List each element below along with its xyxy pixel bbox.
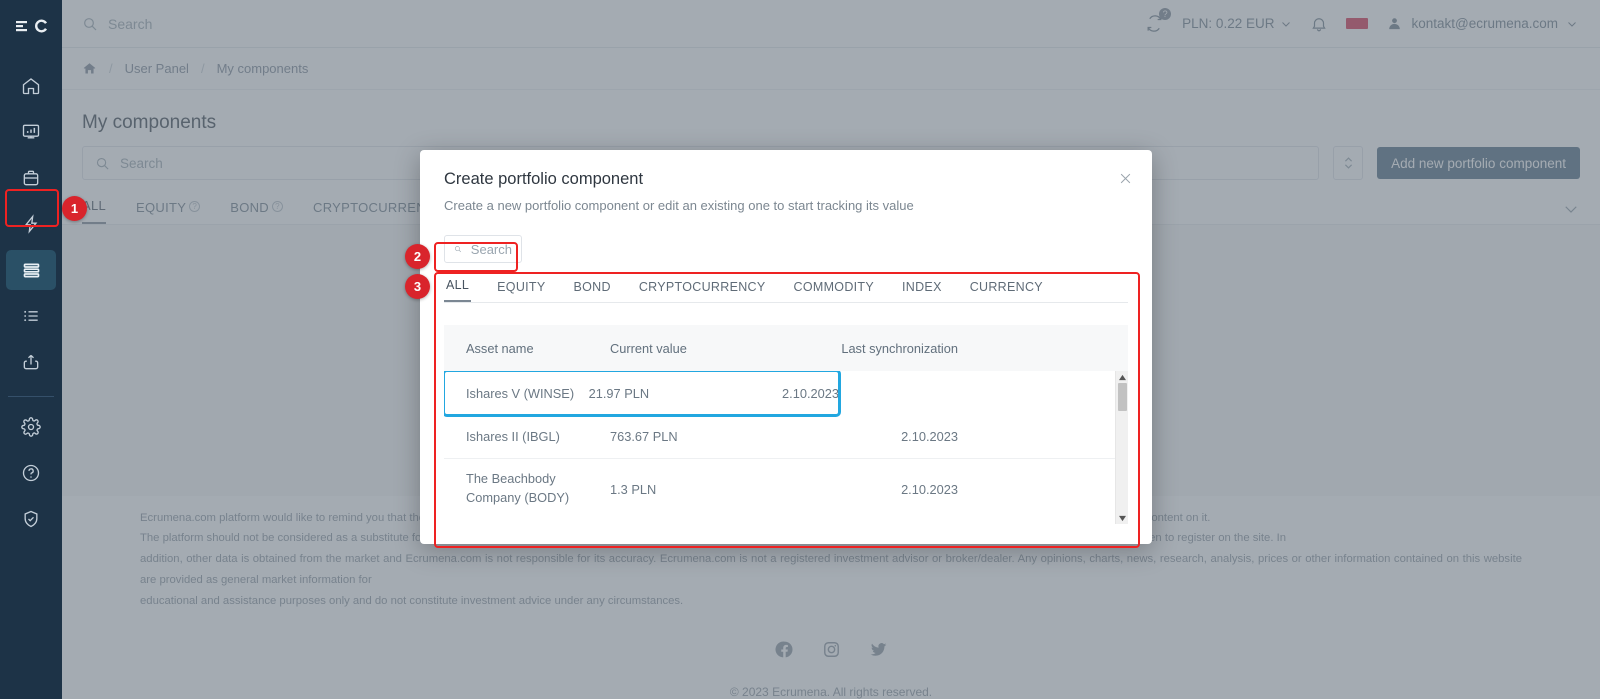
cell-current-value: 763.67 PLN [610, 429, 778, 444]
monitor-chart-icon [21, 122, 41, 142]
list-icon [21, 306, 41, 326]
cell-current-value: 1.3 PLN [610, 482, 778, 497]
cell-last-sync: 2.10.2023 [778, 429, 958, 444]
logo-e-icon [15, 19, 29, 33]
table-row[interactable]: Ishares II (IBGL) 763.67 PLN 2.10.2023 [444, 415, 1128, 459]
modal-tab-all[interactable]: ALL [444, 278, 471, 302]
sidebar-item-list[interactable] [6, 296, 56, 336]
stack-layers-icon [21, 260, 42, 281]
modal-asset-type-tabs: ALL EQUITY BOND CRYPTOCURRENCY COMMODITY… [444, 278, 1128, 303]
logo-c-icon [34, 19, 48, 33]
briefcase-icon [21, 168, 41, 188]
sidebar-item-components[interactable] [6, 250, 56, 290]
annotation-badge-2: 2 [405, 244, 430, 269]
cell-current-value: 21.97 PLN [589, 386, 732, 401]
modal-tab-currency[interactable]: CURRENCY [968, 280, 1045, 302]
scrollbar-thumb[interactable] [1118, 383, 1127, 411]
chevron-up-icon [1118, 374, 1127, 381]
column-header-last-sync: Last synchronization [778, 341, 958, 356]
sidebar-bottom-nav [0, 407, 62, 539]
modal-close-button[interactable] [1114, 167, 1136, 189]
modal-tab-index[interactable]: INDEX [900, 280, 944, 302]
cell-asset-name: The Beachbody Company (BODY) [444, 470, 610, 507]
gear-icon [21, 417, 41, 437]
home-icon [21, 76, 41, 96]
annotation-badge-3: 3 [405, 274, 430, 299]
sidebar-item-security[interactable] [6, 499, 56, 539]
search-icon [454, 242, 462, 256]
sidebar-item-briefcase[interactable] [6, 158, 56, 198]
sidebar-item-settings[interactable] [6, 407, 56, 447]
sidebar-nav [0, 66, 62, 382]
table-body: Ishares V (WINSE) 21.97 PLN 2.10.2023 Is… [444, 371, 1128, 519]
modal-tab-commodity[interactable]: COMMODITY [792, 280, 876, 302]
question-circle-icon [21, 463, 41, 483]
column-header-current-value: Current value [610, 341, 778, 356]
app-logo[interactable] [0, 6, 62, 46]
modal-tab-bond[interactable]: BOND [572, 280, 613, 302]
sidebar-item-export[interactable] [6, 342, 56, 382]
sidebar-item-home[interactable] [6, 66, 56, 106]
create-portfolio-component-modal: Create portfolio component Create a new … [420, 150, 1152, 544]
modal-subtitle: Create a new portfolio component or edit… [444, 198, 1128, 213]
modal-tab-cryptocurrency[interactable]: CRYPTOCURRENCY [637, 280, 768, 302]
table-row[interactable]: The Beachbody Company (BODY) 1.3 PLN 2.1… [444, 459, 1128, 519]
chevron-down-icon [1118, 515, 1127, 522]
sidebar-item-dashboard[interactable] [6, 112, 56, 152]
sidebar-divider [8, 396, 54, 397]
annotation-badge-1: 1 [62, 196, 87, 221]
modal-search-input[interactable]: Search [444, 235, 522, 263]
modal-search-placeholder: Search [471, 242, 512, 257]
sidebar-item-help[interactable] [6, 453, 56, 493]
cell-last-sync: 2.10.2023 [778, 482, 958, 497]
cell-last-sync: 2.10.2023 [732, 386, 839, 401]
app-root: Search ? PLN: 0.22 EUR [0, 0, 1600, 699]
modal-header: Create portfolio component Create a new … [420, 150, 1152, 213]
lightning-bolt-icon [21, 214, 41, 234]
scroll-up-button[interactable] [1116, 371, 1128, 383]
sidebar-item-activity[interactable] [6, 204, 56, 244]
shield-check-icon [21, 509, 41, 529]
column-header-asset-name: Asset name [444, 341, 610, 356]
table-row[interactable]: Ishares V (WINSE) 21.97 PLN 2.10.2023 [444, 371, 839, 415]
modal-asset-table: Asset name Current value Last synchroniz… [444, 303, 1128, 544]
modal-title: Create portfolio component [444, 170, 1128, 189]
modal-tab-equity[interactable]: EQUITY [495, 280, 547, 302]
sidebar [0, 0, 62, 699]
scroll-down-button[interactable] [1116, 512, 1128, 524]
cell-asset-name: Ishares II (IBGL) [444, 429, 610, 444]
table-header-row: Asset name Current value Last synchroniz… [444, 325, 1128, 371]
export-upload-icon [21, 352, 41, 372]
cell-asset-name: Ishares V (WINSE) [444, 386, 589, 401]
close-icon [1118, 171, 1133, 186]
table-vertical-scrollbar[interactable] [1115, 371, 1128, 524]
